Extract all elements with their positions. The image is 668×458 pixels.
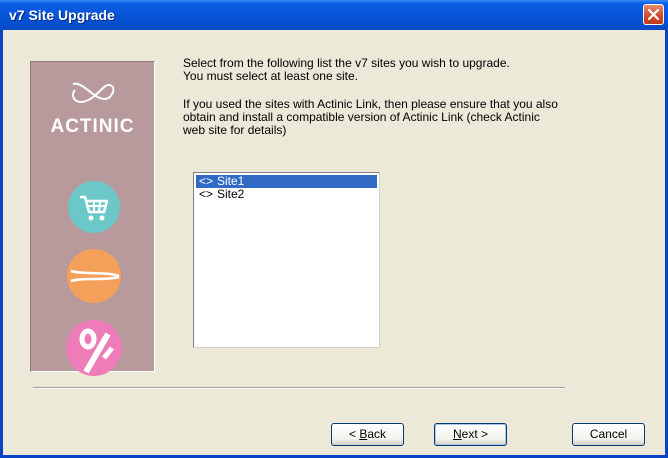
window-title: v7 Site Upgrade <box>9 7 115 23</box>
orange-lines-icon <box>67 249 121 303</box>
actinic-banner: ACTINIC <box>30 61 155 376</box>
percent-icon <box>66 320 122 376</box>
title-bar[interactable]: v7 Site Upgrade <box>0 0 668 30</box>
back-button[interactable]: < Back <box>331 423 404 446</box>
next-rest: ext > <box>461 427 489 441</box>
back-prefix: < <box>348 427 360 441</box>
shopping-cart-icon <box>68 181 120 233</box>
close-icon <box>647 8 660 21</box>
dialog-window: v7 Site Upgrade ACTINIC Select from the … <box>0 0 668 458</box>
site-name: Site2 <box>217 187 245 201</box>
actinic-swirl-logo <box>72 82 115 104</box>
actinic-link-note-3: web site for details) <box>183 123 287 137</box>
cancel-button[interactable]: Cancel <box>572 423 645 446</box>
list-item-site2[interactable]: <> Site2 <box>196 188 377 201</box>
brand-logo-text: ACTINIC <box>50 116 135 137</box>
site-marker: <> <box>199 187 214 201</box>
next-button[interactable]: Next > <box>434 423 507 446</box>
sites-listbox[interactable]: <> Site1 <> Site2 <box>193 172 380 348</box>
dialog-body: ACTINIC Select from the following list t… <box>3 30 665 455</box>
next-accel: N <box>452 427 462 441</box>
close-button[interactable] <box>643 4 664 25</box>
back-rest: ack <box>367 427 387 441</box>
instruction-line-2: You must select at least one site. <box>183 69 358 83</box>
separator <box>33 387 565 389</box>
